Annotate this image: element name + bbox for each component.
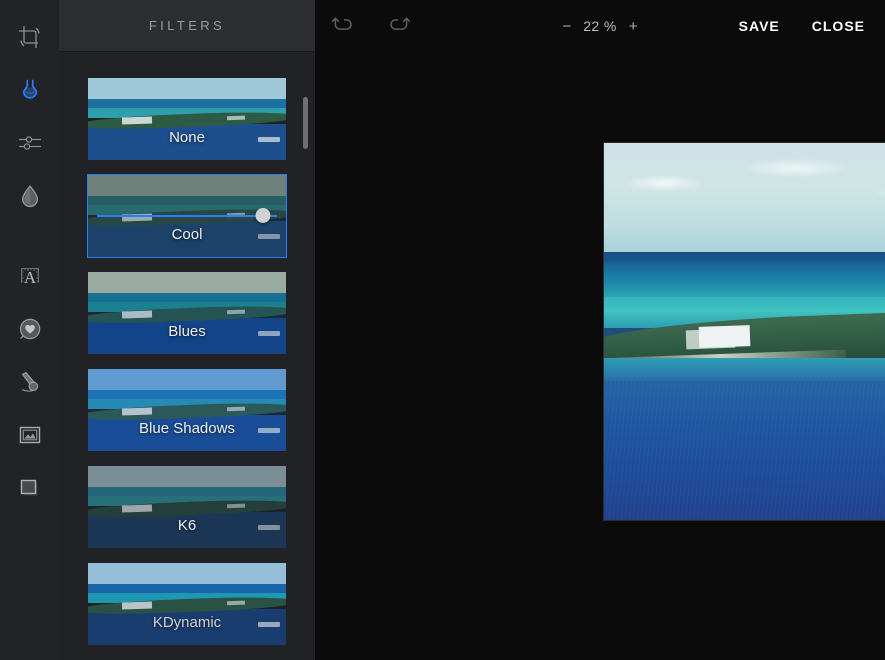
filter-card[interactable]: None [87,77,287,161]
filter-card[interactable]: Cool [87,174,287,258]
crop-icon [17,24,43,50]
zoom-in-button[interactable]: + [626,17,641,36]
crop-tool[interactable] [0,10,59,63]
border-tool[interactable] [0,461,59,514]
filter-card[interactable]: Blue Shadows [87,368,287,452]
adjust-tool[interactable] [0,116,59,169]
effects-tool[interactable] [0,169,59,222]
panel-header: FILTERS [59,0,315,52]
zoom-out-button[interactable]: − [559,17,574,36]
filter-list: None Cool Blues Blue Shadows K6 KDynamic [59,77,315,646]
filter-thumbnail [88,466,286,548]
filter-thumbnail [88,78,286,160]
frame-icon [17,422,43,448]
svg-text:A: A [23,268,36,287]
tool-rail: A [0,0,59,660]
text-a-icon: A [17,263,43,289]
text-tool[interactable]: A [0,249,59,302]
filter-thumbnail [88,175,286,257]
droplet-icon [17,183,43,209]
filter-card[interactable]: K6 [87,465,287,549]
photo-clouds [603,149,885,233]
image-editor: A FILTERS None Cool Blues Blue Shadows K… [0,0,885,660]
close-button[interactable]: CLOSE [812,18,865,34]
zoom-level-value: 22 % [583,18,617,34]
edited-photo [603,142,885,521]
filter-thumbnail [88,272,286,354]
redo-icon [388,14,411,39]
flask-icon [17,77,43,103]
image-canvas[interactable] [603,142,885,521]
zoom-controls: − 22 % + [559,17,640,36]
square-icon [17,475,43,501]
filter-card[interactable]: Blues [87,271,287,355]
sliders-icon [17,130,43,156]
sticker-tool[interactable] [0,302,59,355]
photo-far-sea [603,267,885,298]
filter-scrollbar-track[interactable] [303,74,308,650]
filter-thumbnail [88,563,286,645]
topbar-actions: SAVE CLOSE [739,18,865,34]
photo-building [698,324,751,348]
brush-icon [17,369,43,395]
top-toolbar: − 22 % + SAVE CLOSE [315,0,885,52]
filter-scrollbar-thumb[interactable] [303,97,308,149]
filter-scroll-area[interactable]: None Cool Blues Blue Shadows K6 KDynamic [59,52,315,660]
filter-card[interactable]: KDynamic [87,562,287,646]
undo-button[interactable] [321,4,365,48]
main-area: − 22 % + SAVE CLOSE [315,0,885,660]
redo-button[interactable] [377,4,421,48]
undo-icon [331,14,354,39]
save-button[interactable]: SAVE [739,18,780,34]
frame-tool[interactable] [0,408,59,461]
filter-thumbnail [88,369,286,451]
panel-title: FILTERS [148,18,226,33]
filters-panel: FILTERS None Cool Blues Blue Shadows K6 KDyna… [59,0,315,660]
retouch-tool[interactable] [0,355,59,408]
sticker-icon [17,316,43,342]
photo-horizon [603,251,885,268]
photo-ripples [603,380,885,521]
filters-tool[interactable] [0,63,59,116]
